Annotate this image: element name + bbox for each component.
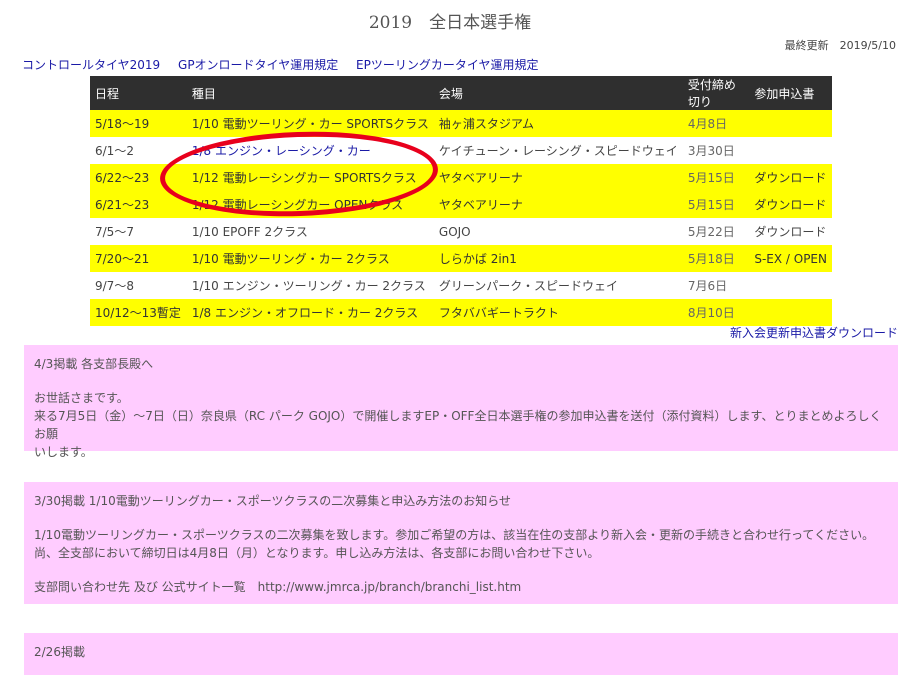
notice-heading: 4/3掲載 各支部長殿へ xyxy=(34,357,154,371)
download-link[interactable]: ダウンロード xyxy=(749,191,832,218)
row-date: 7/20〜21 xyxy=(90,245,187,272)
row-venue: GOJO xyxy=(433,218,683,245)
row-event-link[interactable]: 1/8 エンジン・レーシング・カー xyxy=(186,137,434,164)
row-date: 6/1〜2 xyxy=(90,137,187,164)
row-date: 5/18〜19 xyxy=(90,110,187,137)
row-event: 1/10 EPOFF 2クラス xyxy=(186,218,434,245)
row-venue: フタババギートラクト xyxy=(433,299,683,326)
row-event: 1/10 エンジン・ツーリング・カー 2クラス xyxy=(186,272,434,299)
row-date: 10/12〜13暫定 xyxy=(90,299,187,326)
notice-line: 来る7月5日（金）〜7日（日）奈良県（RC パーク GOJO）で開催しますEP・… xyxy=(34,409,882,441)
row-event: 1/12 電動レーシングカー OPENクラス xyxy=(186,191,434,218)
header-venue: 会場 xyxy=(433,76,683,110)
row-venue: 袖ヶ浦スタジアム xyxy=(433,110,683,137)
row-event: 1/8 エンジン・オフロード・カー 2クラス xyxy=(186,299,434,326)
row-apply xyxy=(749,299,832,326)
notice-line: お世話さまです。 xyxy=(34,391,129,405)
row-venue: ヤタベアリーナ xyxy=(433,164,683,191)
notice-line: いします。 xyxy=(34,445,93,459)
notice-heading: 3/30掲載 1/10電動ツーリングカー・スポーツクラスの二次募集と申込み方法の… xyxy=(34,494,511,508)
row-date: 7/5〜7 xyxy=(90,218,187,245)
row-apply xyxy=(749,110,832,137)
table-row: 6/1〜2 1/8 エンジン・レーシング・カー ケイチューン・レーシング・スピー… xyxy=(90,137,832,164)
table-row: 6/22〜23 1/12 電動レーシングカー SPORTSクラス ヤタベアリーナ… xyxy=(90,164,832,191)
row-date: 6/22〜23 xyxy=(90,164,187,191)
download-link[interactable]: ダウンロード xyxy=(749,164,832,191)
row-event: 1/10 電動ツーリング・カー 2クラス xyxy=(186,245,434,272)
notice-box-0226: 2/26掲載 xyxy=(24,633,898,675)
row-venue: ヤタベアリーナ xyxy=(433,191,683,218)
row-venue: グリーンパーク・スピードウェイ xyxy=(433,272,683,299)
row-deadline: 5月18日 xyxy=(682,245,750,272)
header-event: 種目 xyxy=(186,76,434,110)
row-deadline: 7月6日 xyxy=(682,272,750,299)
row-venue: しらかば 2in1 xyxy=(433,245,683,272)
table-row: 10/12〜13暫定 1/8 エンジン・オフロード・カー 2クラス フタババギー… xyxy=(90,299,832,326)
gp-onroad-tire-link[interactable]: GPオンロードタイヤ運用規定 xyxy=(178,58,338,72)
row-deadline: 3月30日 xyxy=(682,137,750,164)
row-event: 1/10 電動ツーリング・カー SPORTSクラス xyxy=(186,110,434,137)
row-apply xyxy=(749,137,832,164)
branch-list-link[interactable]: 支部問い合わせ先 及び 公式サイト一覧 http://www.jmrca.jp/… xyxy=(34,578,888,596)
row-date: 9/7〜8 xyxy=(90,272,187,299)
table-header-row: 日程 種目 会場 受付締め切り 参加申込書 xyxy=(90,76,832,110)
top-links: コントロールタイヤ2019 GPオンロードタイヤ運用規定 EPツーリングカータイ… xyxy=(22,56,553,73)
notice-box-0330: 3/30掲載 1/10電動ツーリングカー・スポーツクラスの二次募集と申込み方法の… xyxy=(24,482,898,604)
class-download-links[interactable]: S-EX / OPEN xyxy=(749,245,832,272)
notice-box-0403: 4/3掲載 各支部長殿へ お世話さまです。 来る7月5日（金）〜7日（日）奈良県… xyxy=(24,345,898,459)
download-link[interactable]: ダウンロード xyxy=(749,218,832,245)
row-apply xyxy=(749,272,832,299)
row-deadline: 4月8日 xyxy=(682,110,750,137)
header-apply: 参加申込書 xyxy=(749,76,832,110)
table-row: 7/20〜21 1/10 電動ツーリング・カー 2クラス しらかば 2in1 5… xyxy=(90,245,832,272)
last-updated: 最終更新 2019/5/10 xyxy=(784,39,896,52)
table-row: 5/18〜19 1/10 電動ツーリング・カー SPORTSクラス 袖ヶ浦スタジ… xyxy=(90,110,832,137)
row-venue: ケイチューン・レーシング・スピードウェイ xyxy=(433,137,683,164)
row-event: 1/12 電動レーシングカー SPORTSクラス xyxy=(186,164,434,191)
row-deadline: 8月10日 xyxy=(682,299,750,326)
page-title: 2019 全日本選手権 xyxy=(368,13,532,33)
notice-heading: 2/26掲載 xyxy=(34,645,85,659)
row-deadline: 5月15日 xyxy=(682,164,750,191)
notice-line: 尚、全支部において締切日は4月8日（月）となります。申し込み方法は、各支部にお問… xyxy=(34,546,600,560)
row-date: 6/21〜23 xyxy=(90,191,187,218)
notice-line: 1/10電動ツーリングカー・スポーツクラスの二次募集を致します。参加ご希望の方は… xyxy=(34,528,875,542)
header-deadline: 受付締め切り xyxy=(682,76,750,110)
table-row: 6/21〜23 1/12 電動レーシングカー OPENクラス ヤタベアリーナ 5… xyxy=(90,191,832,218)
schedule-table: 日程 種目 会場 受付締め切り 参加申込書 5/18〜19 1/10 電動ツーリ… xyxy=(90,76,832,326)
ep-touring-tire-link[interactable]: EPツーリングカータイヤ運用規定 xyxy=(356,58,538,72)
row-deadline: 5月22日 xyxy=(682,218,750,245)
header-date: 日程 xyxy=(90,76,187,110)
table-row: 7/5〜7 1/10 EPOFF 2クラス GOJO 5月22日 ダウンロード xyxy=(90,218,832,245)
renewal-form-download-link[interactable]: 新入会更新申込書ダウンロード xyxy=(730,324,898,341)
row-deadline: 5月15日 xyxy=(682,191,750,218)
control-tire-link[interactable]: コントロールタイヤ2019 xyxy=(22,58,160,72)
table-row: 9/7〜8 1/10 エンジン・ツーリング・カー 2クラス グリーンパーク・スピ… xyxy=(90,272,832,299)
